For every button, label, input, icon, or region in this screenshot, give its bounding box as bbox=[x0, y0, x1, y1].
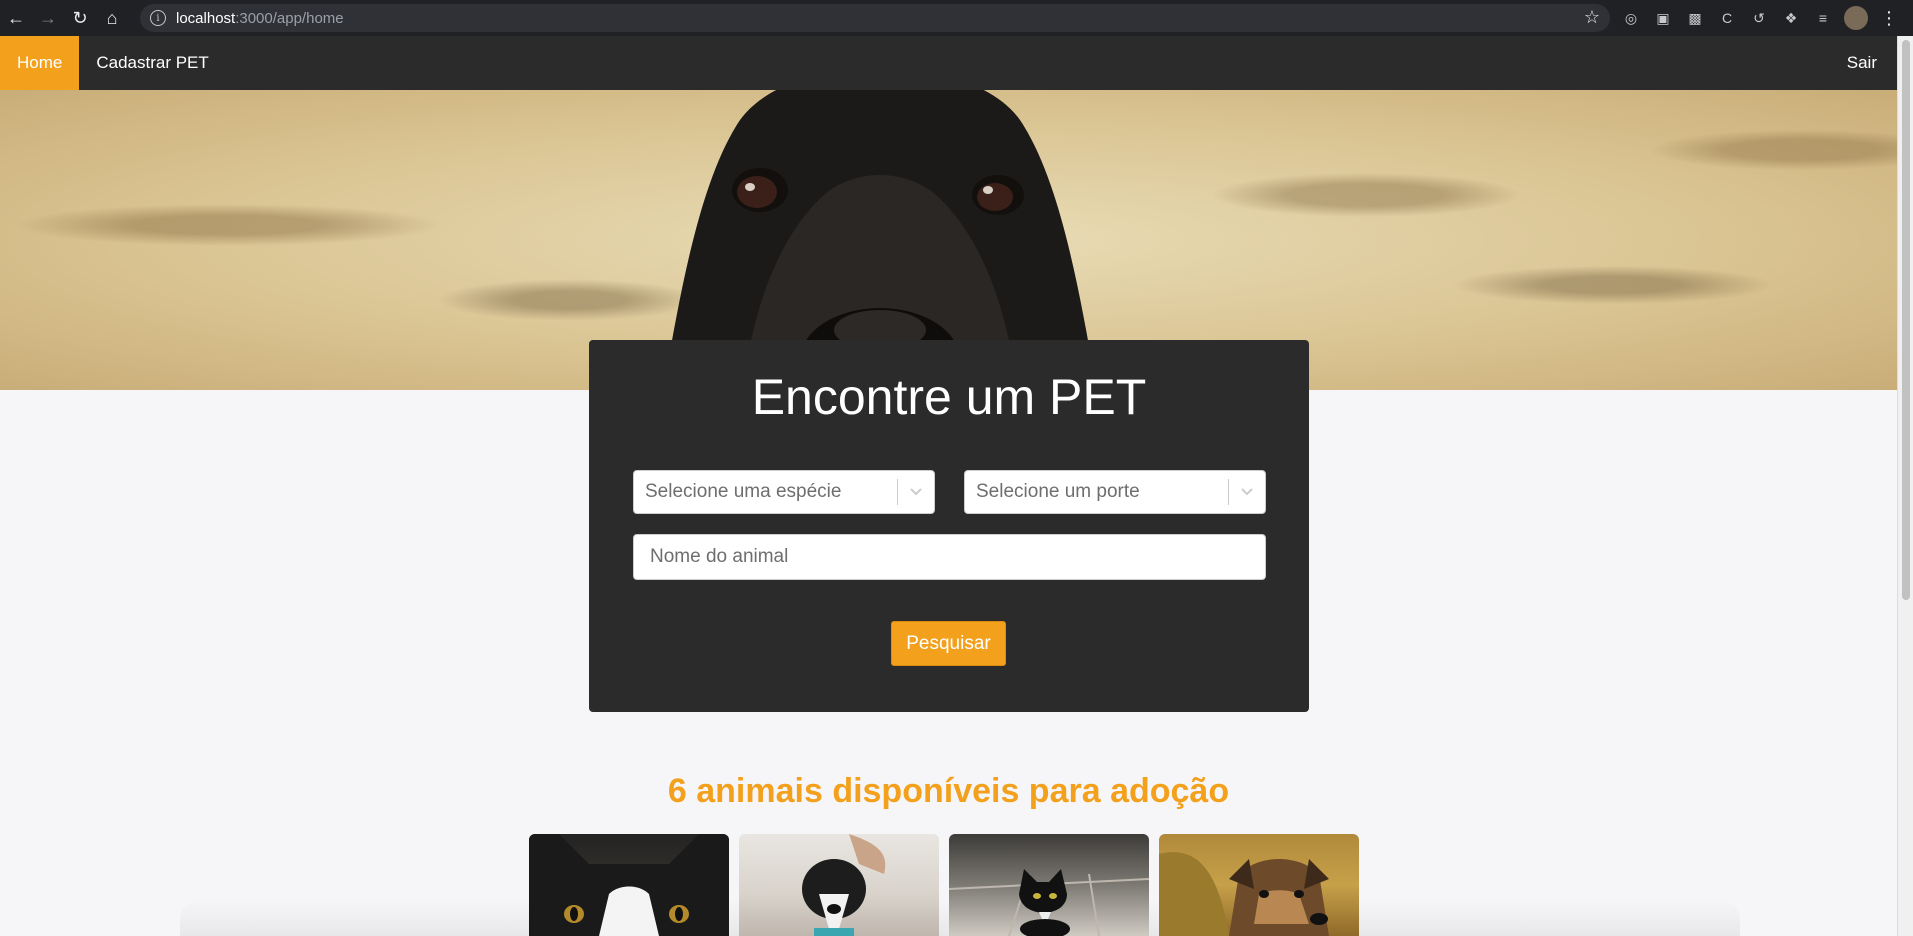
extension-c-icon[interactable]: C bbox=[1716, 7, 1738, 29]
nav-logout-link[interactable]: Sair bbox=[1827, 36, 1897, 90]
pet-card[interactable] bbox=[949, 834, 1149, 936]
address-bar[interactable]: i localhost:3000/app/home ☆ bbox=[140, 4, 1610, 32]
site-info-icon[interactable]: i bbox=[150, 10, 166, 26]
back-arrow-icon[interactable]: ← bbox=[0, 0, 32, 36]
forward-arrow-icon[interactable]: → bbox=[32, 0, 64, 36]
pet-photo bbox=[802, 834, 886, 936]
species-select-placeholder: Selecione uma espécie bbox=[645, 481, 842, 502]
reading-list-icon[interactable]: ≡ bbox=[1812, 7, 1834, 29]
results-title: 6 animais disponíveis para adoção bbox=[667, 772, 1230, 810]
size-select-placeholder: Selecione um porte bbox=[976, 481, 1140, 502]
url-host: localhost bbox=[176, 9, 236, 27]
profile-avatar[interactable] bbox=[1844, 6, 1868, 30]
extension-refresh-icon[interactable]: ↺ bbox=[1748, 7, 1770, 29]
reload-icon[interactable]: ↻ bbox=[64, 0, 96, 36]
home-icon[interactable]: ⌂ bbox=[96, 0, 128, 36]
app-navbar: Home Cadastrar PET Sair bbox=[0, 36, 1897, 90]
extensions-area: ◎ ▣ ▩ C ↺ ❖ ≡ ⋮ bbox=[1620, 0, 1900, 36]
search-card: Encontre um PET Selecione uma espécie Se… bbox=[589, 340, 1309, 712]
pet-photo bbox=[1159, 852, 1329, 936]
browser-toolbar: ← → ↻ ⌂ i localhost:3000/app/home ☆ ◎ ▣ … bbox=[0, 0, 1913, 36]
pet-photo bbox=[949, 869, 1149, 936]
chevron-down-icon[interactable] bbox=[898, 487, 934, 497]
extension-portrait-icon[interactable]: ▣ bbox=[1652, 7, 1674, 29]
url-path: :3000/app/home bbox=[235, 9, 344, 27]
extension-target-icon[interactable]: ◎ bbox=[1620, 7, 1642, 29]
bookmark-star-icon[interactable]: ☆ bbox=[1584, 7, 1600, 28]
search-button[interactable]: Pesquisar bbox=[891, 621, 1006, 666]
chevron-down-icon[interactable] bbox=[1229, 487, 1265, 497]
browser-menu-icon[interactable]: ⋮ bbox=[1878, 7, 1900, 29]
extensions-puzzle-icon[interactable]: ❖ bbox=[1780, 7, 1802, 29]
nav-home-link[interactable]: Home bbox=[0, 36, 80, 90]
species-select[interactable]: Selecione uma espécie bbox=[633, 470, 935, 514]
size-select[interactable]: Selecione um porte bbox=[964, 470, 1266, 514]
search-title: Encontre um PET bbox=[751, 369, 1147, 425]
pet-card[interactable] bbox=[529, 834, 729, 936]
pet-card[interactable] bbox=[739, 834, 939, 936]
nav-register-pet-link[interactable]: Cadastrar PET bbox=[79, 36, 225, 90]
page-scrollbar[interactable] bbox=[1897, 36, 1913, 936]
pet-photo bbox=[529, 834, 729, 936]
extension-chat-icon[interactable]: ▩ bbox=[1684, 7, 1706, 29]
animal-name-input[interactable] bbox=[633, 534, 1266, 580]
scrollbar-thumb[interactable] bbox=[1902, 40, 1910, 600]
pet-card[interactable] bbox=[1159, 834, 1359, 936]
